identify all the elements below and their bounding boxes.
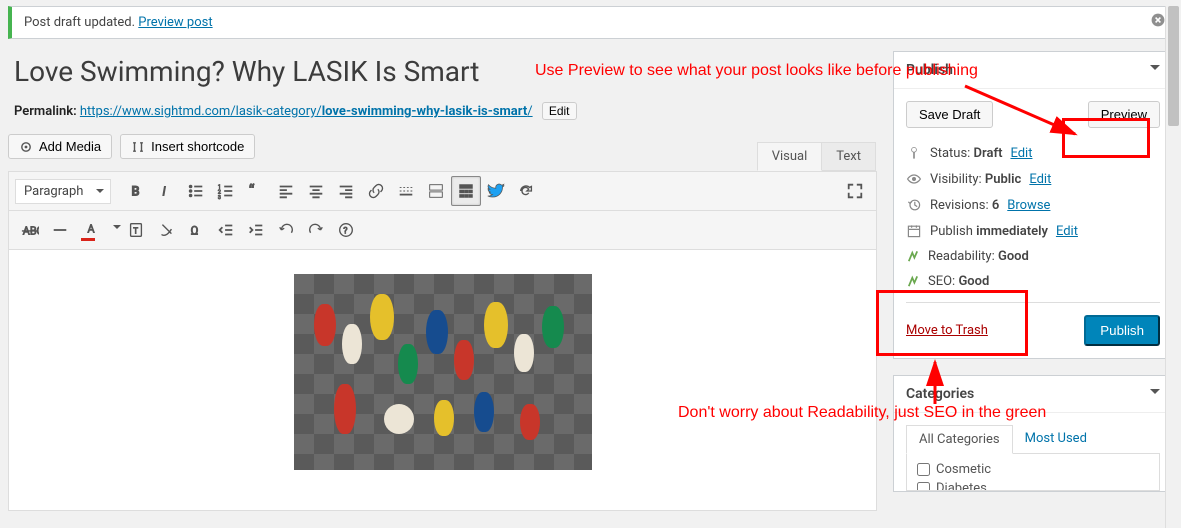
svg-text:B: B [132,185,140,200]
schedule-row: Publish immediately Edit [906,218,1160,244]
number-list-button[interactable]: 123 [211,176,241,206]
permalink-row: Permalink: https://www.sightmd.com/lasik… [8,100,877,132]
seo-row: SEO: Good [906,269,1160,294]
indent-button[interactable] [241,215,271,245]
tab-most-used[interactable]: Most Used [1013,425,1099,454]
quote-button[interactable]: “ [241,176,271,206]
category-checkbox[interactable] [917,482,930,491]
tab-all-categories[interactable]: All Categories [906,425,1013,454]
refresh-button[interactable] [511,176,541,206]
undo-button[interactable] [271,215,301,245]
save-draft-button[interactable]: Save Draft [906,101,993,128]
yoast-icon [906,275,920,289]
align-left-button[interactable] [271,176,301,206]
publish-button[interactable]: Publish [1084,315,1160,346]
preview-post-link[interactable]: Preview post [138,15,212,30]
categories-heading[interactable]: Categories [894,376,1172,413]
insert-shortcode-button[interactable]: Insert shortcode [120,134,255,159]
category-item[interactable]: Cosmetic [917,460,1149,479]
italic-button[interactable]: I [151,176,181,206]
permalink-label: Permalink: [14,104,77,119]
yoast-icon [906,250,920,264]
page-break-button[interactable] [421,176,451,206]
bold-button[interactable]: B [121,176,151,206]
svg-text:T: T [133,226,138,236]
toolbar-toggle-button[interactable] [451,176,481,206]
chevron-up-icon [1150,65,1160,75]
clear-format-button[interactable] [151,215,181,245]
browse-revisions-link[interactable]: Browse [1007,198,1050,213]
post-image[interactable] [294,274,592,470]
align-center-button[interactable] [301,176,331,206]
special-char-button[interactable]: Ω [181,215,211,245]
readability-row: Readability: Good [906,244,1160,269]
camera-icon [19,140,33,154]
edit-schedule-link[interactable]: Edit [1056,224,1078,239]
more-button[interactable] [391,176,421,206]
editor-tabs: Visual Text [757,142,876,171]
svg-text:I: I [162,185,166,200]
outdent-button[interactable] [211,215,241,245]
status-row: Status: Draft Edit [906,140,1160,166]
editor-toolbar-1: Paragraph B I 123 “ [9,172,876,211]
chevron-up-icon [1150,389,1160,399]
post-title-input[interactable] [8,51,877,100]
category-list[interactable]: Cosmetic Diabetes [906,453,1160,491]
fullscreen-button[interactable] [840,176,870,206]
category-item[interactable]: Diabetes [917,479,1149,491]
tab-text[interactable]: Text [822,142,876,171]
eye-icon [906,171,922,187]
editor-container: Visual Text Paragraph B I 123 “ [8,171,877,511]
text-color-button[interactable]: A [75,215,109,245]
publish-heading[interactable]: Publish [894,52,1172,89]
align-right-button[interactable] [331,176,361,206]
strikethrough-button[interactable]: ABC [15,215,45,245]
calendar-icon [906,223,922,239]
close-icon[interactable] [1150,12,1166,32]
admin-notice: Post draft updated. Preview post [8,6,1173,39]
shortcode-icon [131,140,145,154]
help-button[interactable]: ? [331,215,361,245]
visibility-row: Visibility: Public Edit [906,166,1160,192]
svg-text:?: ? [343,227,347,237]
hr-button[interactable] [45,215,75,245]
twitter-button[interactable] [481,176,511,206]
category-checkbox[interactable] [917,463,930,476]
categories-postbox: Categories All Categories Most Used Cosm… [893,375,1173,492]
edit-status-link[interactable]: Edit [1010,146,1032,161]
svg-text:3: 3 [218,195,221,200]
permalink-url[interactable]: https://www.sightmd.com/lasik-category/l… [80,104,533,119]
bullet-list-button[interactable] [181,176,211,206]
svg-text:“: “ [249,182,255,200]
add-media-button[interactable]: Add Media [8,134,112,159]
publish-postbox: Publish Save Draft Preview Status: Draft… [893,51,1173,359]
preview-button[interactable]: Preview [1088,101,1160,128]
redo-button[interactable] [301,215,331,245]
format-select[interactable]: Paragraph [15,179,111,204]
paste-text-button[interactable]: T [121,215,151,245]
revisions-row: Revisions: 6 Browse [906,192,1160,218]
move-to-trash-link[interactable]: Move to Trash [906,323,988,338]
vertical-scrollbar[interactable] [1165,6,1181,528]
edit-permalink-button[interactable]: Edit [542,102,577,120]
tab-visual[interactable]: Visual [757,142,823,171]
pin-icon [906,145,922,161]
edit-visibility-link[interactable]: Edit [1029,172,1051,187]
editor-body[interactable] [9,250,876,510]
link-button[interactable] [361,176,391,206]
revisions-icon [906,197,922,213]
notice-text: Post draft updated. [24,15,138,30]
svg-text:Ω: Ω [191,224,199,238]
svg-text:A: A [88,223,95,236]
editor-toolbar-2: ABC A T Ω ? [9,211,876,250]
